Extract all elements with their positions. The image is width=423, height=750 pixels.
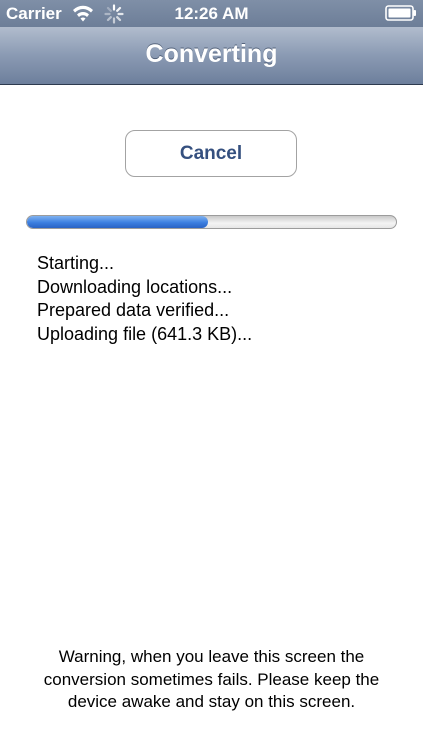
status-bar: Carrier 12:26 AM [0, 0, 423, 27]
cancel-button[interactable]: Cancel [125, 130, 297, 177]
battery-icon [385, 5, 416, 21]
log-line: Prepared data verified... [37, 300, 230, 320]
clock-time: 12:26 AM [174, 4, 249, 23]
log-line: Uploading file (641.3 KB)... [37, 323, 253, 344]
navigation-bar: Converting [0, 27, 423, 85]
page-title: Converting [145, 40, 278, 68]
log-line: Downloading locations... [37, 276, 233, 297]
log-line: Starting... [37, 253, 115, 273]
warning-message: Warning, when you leave this screen the … [43, 647, 380, 711]
progress-bar-fill [27, 216, 208, 228]
progress-bar [26, 215, 397, 229]
status-log: Starting... Downloading locations... Pre… [37, 252, 397, 346]
